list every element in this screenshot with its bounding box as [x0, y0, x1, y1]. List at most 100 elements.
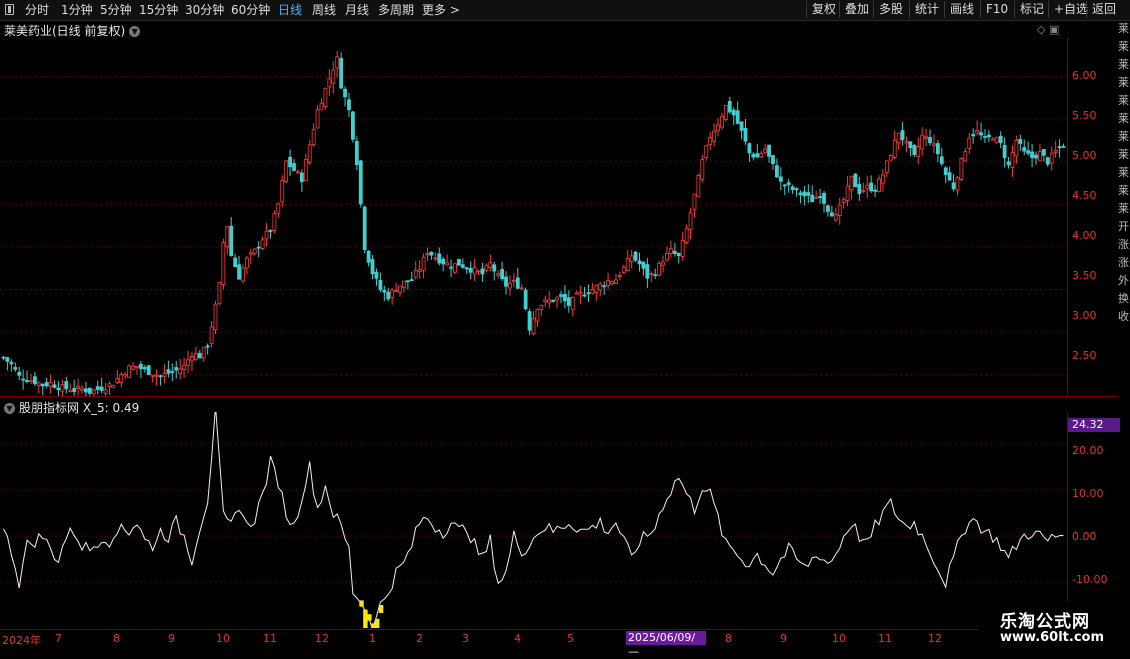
date-label: 9: [168, 632, 175, 645]
candle-body: [731, 109, 736, 116]
date-label: 12: [315, 632, 329, 645]
indicator-chart[interactable]: [0, 412, 1068, 628]
more-menu[interactable]: 更多 >: [422, 2, 460, 18]
candle-body: [853, 173, 858, 188]
candle-body: [1, 356, 6, 359]
candle-body: [40, 383, 45, 387]
f10-button[interactable]: F10: [980, 1, 1013, 18]
candle-body: [543, 299, 548, 303]
signal-bar: [363, 609, 368, 628]
chevron-down-icon[interactable]: ▼: [129, 26, 141, 37]
back-button[interactable]: 返回: [1086, 1, 1121, 18]
candle-body: [704, 145, 709, 158]
candle-body: [343, 88, 347, 98]
date-label: 8: [113, 632, 120, 645]
candle-body: [111, 385, 116, 389]
period-tab[interactable]: 多周期: [378, 2, 414, 18]
candle-body: [873, 189, 877, 192]
candle-body: [476, 270, 481, 273]
candle-body: [296, 171, 300, 174]
candle-body: [390, 289, 395, 298]
candle-body: [680, 240, 685, 257]
candle-body: [806, 192, 811, 196]
period-tab[interactable]: 月线: [345, 2, 369, 18]
candle-body: [362, 206, 367, 251]
draw-button[interactable]: 画线: [944, 1, 979, 18]
window-icon[interactable]: ▣: [1049, 23, 1059, 36]
candle-body: [1010, 152, 1015, 168]
candle-body: [87, 387, 92, 394]
y-tick-label: 2.50: [1072, 349, 1097, 362]
candle-body: [1030, 151, 1034, 159]
candlestick-chart[interactable]: [0, 38, 1068, 396]
signal-bar: [359, 600, 364, 607]
candle-body: [413, 270, 418, 278]
candle-body: [29, 380, 33, 383]
candle-body: [460, 264, 465, 268]
candle-body: [119, 374, 124, 383]
candle-body: [44, 382, 49, 387]
stats-button[interactable]: 统计: [909, 1, 944, 18]
candle-body: [743, 128, 748, 142]
period-tab[interactable]: 分时: [25, 2, 49, 18]
candle-body: [1057, 146, 1062, 149]
date-label: 8: [725, 632, 732, 645]
period-tab[interactable]: 周线: [312, 2, 336, 18]
y-tick-label: 3.50: [1072, 269, 1097, 282]
candle-body: [248, 252, 253, 255]
candle-body: [1061, 145, 1066, 148]
menu-icon[interactable]: [5, 4, 14, 15]
candle-body: [166, 369, 171, 374]
chart-tools: ◇ ▣: [1037, 23, 1059, 36]
adjust-button[interactable]: 复权: [806, 1, 841, 18]
candle-body: [441, 258, 446, 265]
candle-body: [881, 174, 885, 184]
period-tab[interactable]: 15分钟: [139, 2, 178, 18]
candle-body: [288, 156, 292, 168]
mark-button[interactable]: 标记: [1014, 1, 1049, 18]
date-label: 1: [369, 632, 376, 645]
candle-body: [162, 373, 167, 377]
candle-body: [201, 346, 206, 359]
candle-body: [186, 359, 190, 367]
y-tick-label: 0.00: [1072, 530, 1097, 543]
candle-body: [170, 371, 175, 373]
candle-body: [299, 172, 304, 183]
candle-body: [531, 317, 536, 334]
candle-body: [205, 345, 210, 348]
candle-body: [861, 189, 866, 192]
candle-body: [13, 367, 18, 370]
period-tab[interactable]: 1分钟: [61, 2, 93, 18]
candle-body: [735, 110, 740, 124]
candle-body: [888, 155, 893, 161]
period-tab[interactable]: 60分钟: [231, 2, 270, 18]
period-tab[interactable]: 30分钟: [185, 2, 224, 18]
candle-body: [103, 389, 108, 394]
candle-body: [229, 225, 234, 257]
candle-body: [68, 390, 73, 393]
multi-stock-button[interactable]: 多股: [873, 1, 908, 18]
candle-body: [146, 365, 151, 375]
candle-body: [849, 175, 854, 191]
period-tab[interactable]: 5分钟: [100, 2, 132, 18]
diamond-icon[interactable]: ◇: [1037, 23, 1045, 36]
candle-body: [818, 196, 822, 198]
candle-body: [339, 58, 344, 89]
candle-body: [193, 353, 198, 360]
candle-body: [245, 257, 249, 269]
candle-body: [135, 365, 139, 368]
candle-body: [712, 130, 716, 142]
candle-body: [810, 194, 815, 203]
candle-body: [1006, 161, 1011, 166]
candle-body: [335, 56, 340, 69]
candle-body: [264, 230, 269, 240]
period-tab-active[interactable]: 日线: [278, 2, 302, 18]
chart-title[interactable]: 莱美药业(日线 前复权) ▼: [4, 22, 141, 39]
candle-body: [692, 193, 697, 210]
candle-body: [500, 269, 504, 280]
quote-field-label: 莱: [1118, 112, 1129, 125]
candle-body: [814, 196, 819, 199]
date-label: 10: [832, 632, 846, 645]
quote-field-label: 换: [1118, 292, 1129, 305]
overlay-button[interactable]: 叠加: [839, 1, 874, 18]
